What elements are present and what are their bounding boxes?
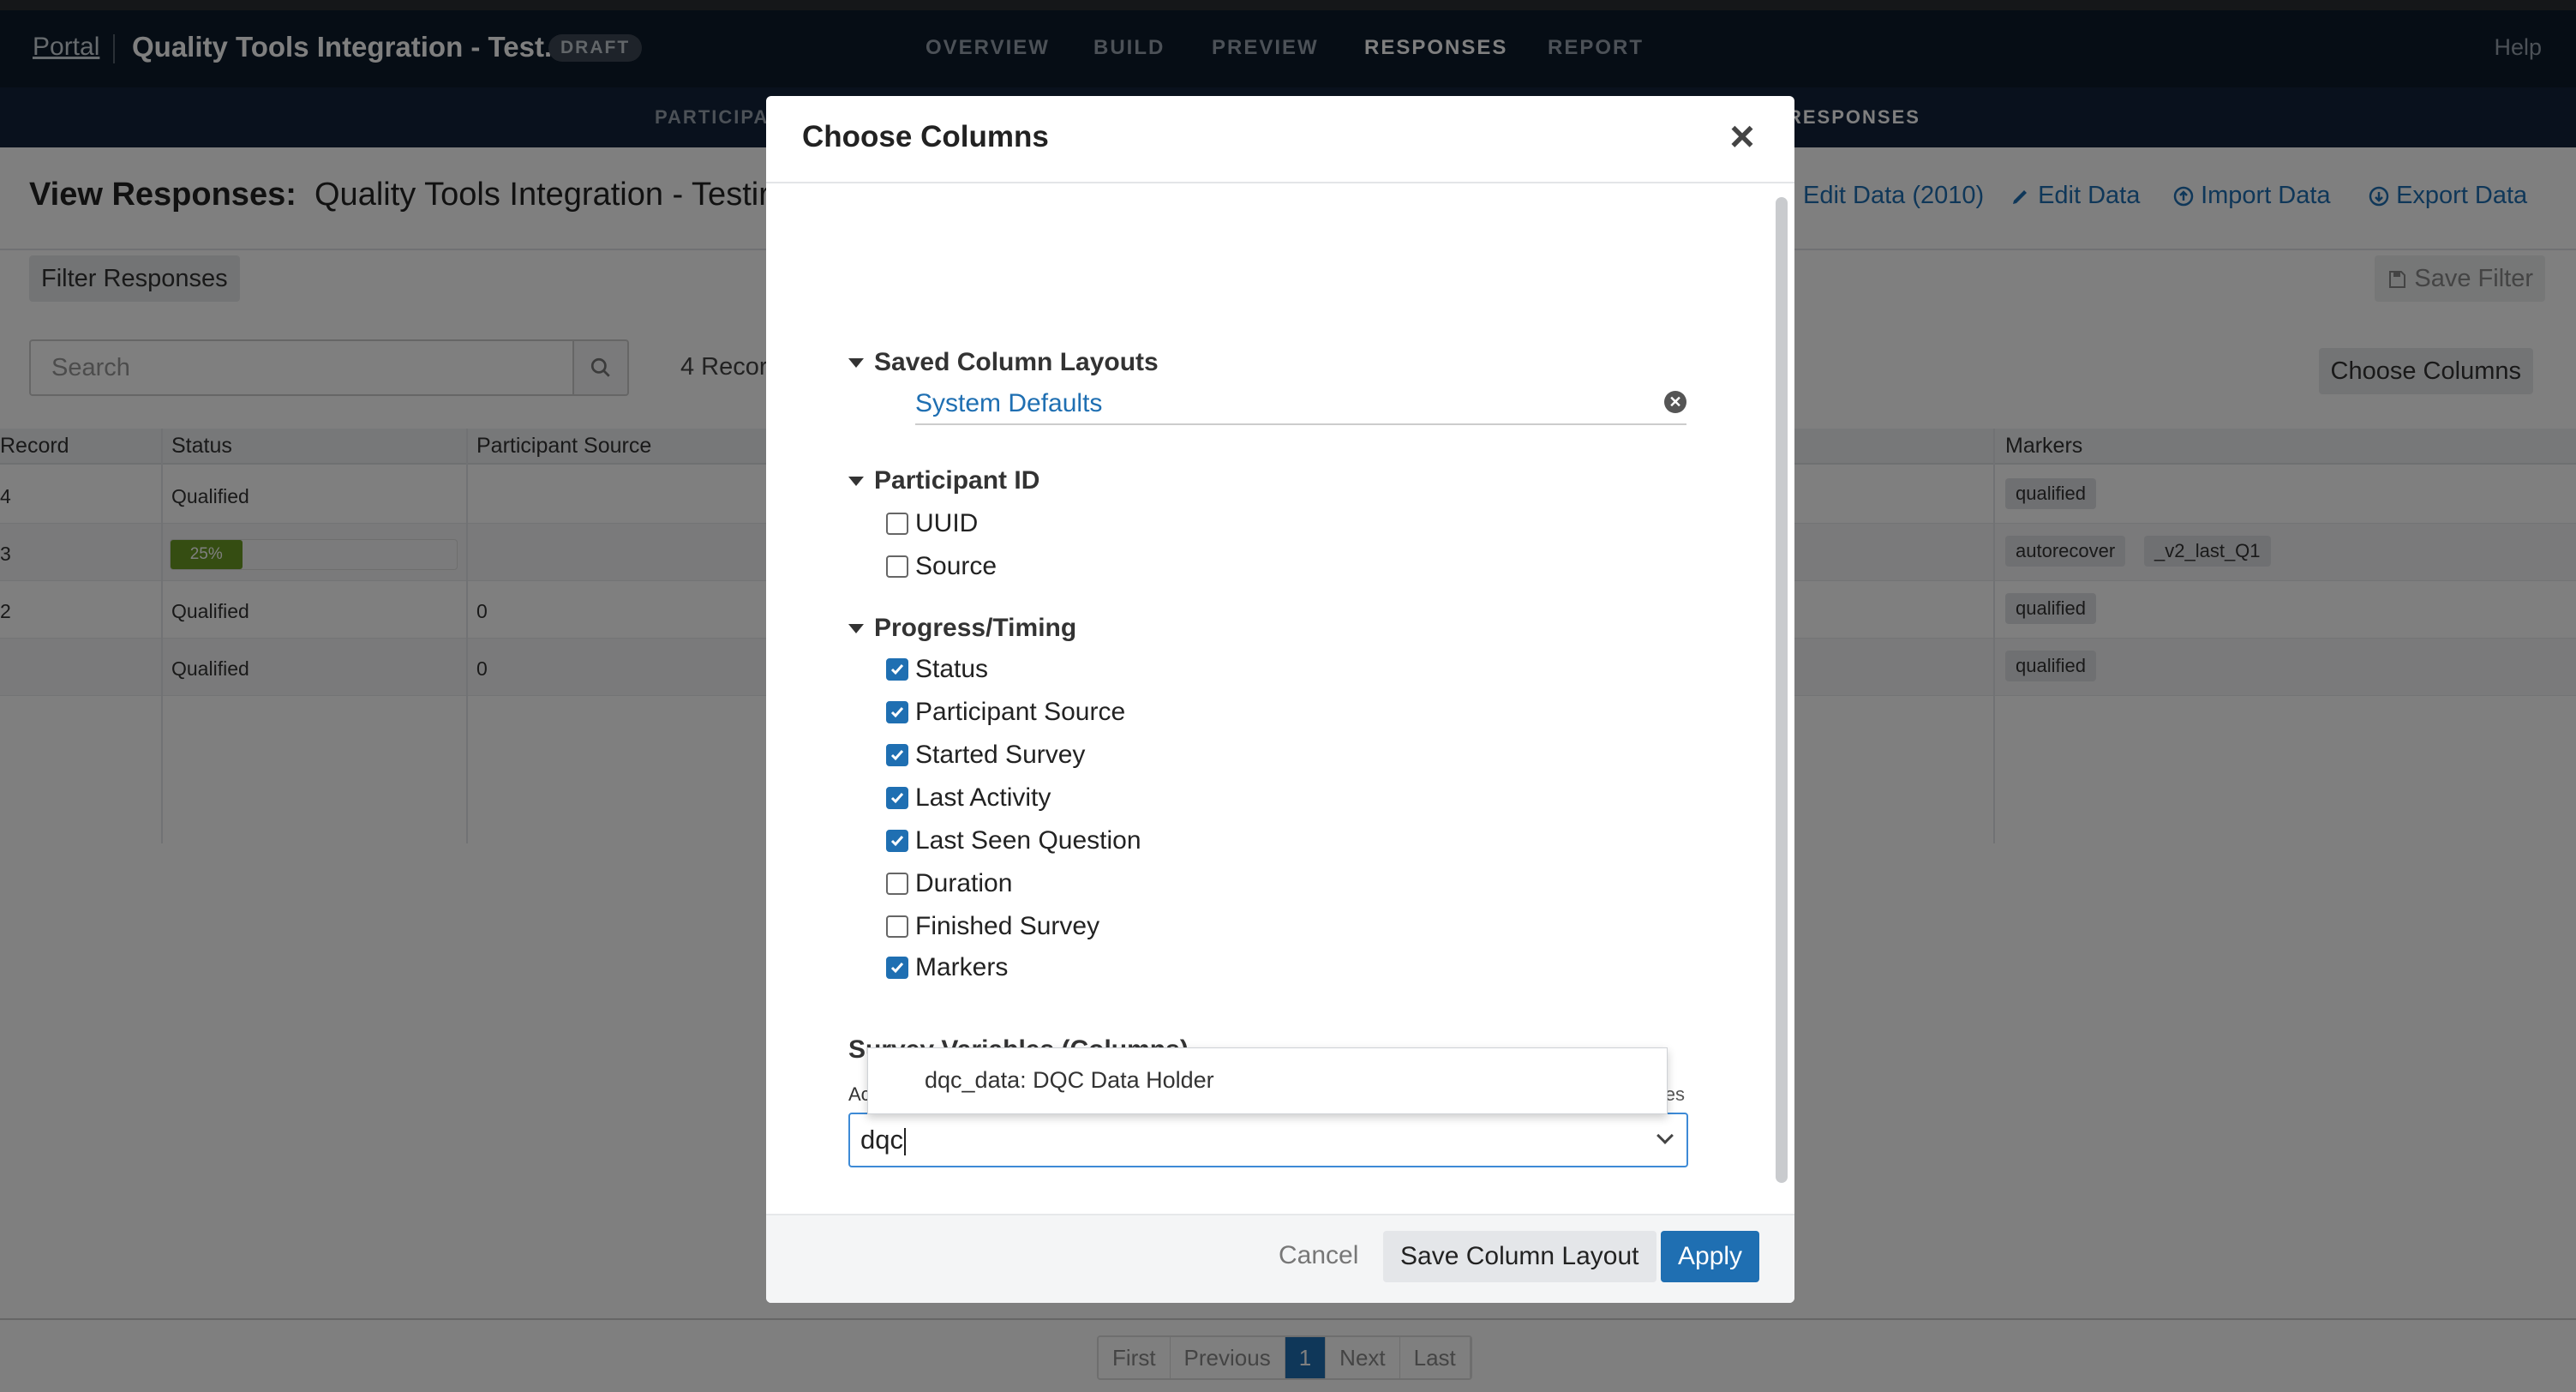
checkmark-icon <box>890 793 904 804</box>
dialog-footer: Cancel Save Column Layout Apply <box>766 1214 1794 1303</box>
checkbox-started-survey[interactable]: Started Survey <box>886 741 1085 770</box>
checkbox-uuid[interactable]: UUID <box>886 509 978 538</box>
save-column-layout-button[interactable]: Save Column Layout <box>1383 1231 1656 1282</box>
section-participant-id[interactable]: Participant ID <box>848 466 1039 495</box>
checkbox-last-seen-question[interactable]: Last Seen Question <box>886 826 1141 855</box>
survey-variables-combobox[interactable]: dqc <box>848 1113 1688 1167</box>
close-icon[interactable]: × <box>1721 115 1764 158</box>
checkbox-checked[interactable] <box>886 658 908 681</box>
checkmark-icon <box>890 707 904 718</box>
apply-button[interactable]: Apply <box>1661 1231 1760 1282</box>
text-cursor <box>903 1127 906 1155</box>
checkbox-status[interactable]: Status <box>886 655 988 684</box>
checkbox-duration[interactable]: Duration <box>886 869 1012 898</box>
remove-circle-icon[interactable]: ✕ <box>1664 391 1686 413</box>
checkbox-checked[interactable] <box>886 744 908 766</box>
checkbox-last-activity[interactable]: Last Activity <box>886 783 1051 813</box>
checkbox-source[interactable]: Source <box>886 552 997 581</box>
choose-columns-dialog: Choose Columns × Saved Column Layouts Sy… <box>766 96 1794 1303</box>
caret-down-icon <box>848 357 864 368</box>
dropdown-option-dqc-data[interactable]: dqc_data: DQC Data Holder <box>925 1067 1214 1094</box>
checkbox-checked[interactable] <box>886 787 908 809</box>
checkbox-checked[interactable] <box>886 701 908 723</box>
dialog-scrollbar[interactable] <box>1772 194 1791 1214</box>
cancel-button[interactable]: Cancel <box>1279 1241 1358 1270</box>
caret-down-icon <box>848 623 864 633</box>
system-defaults-layout-link[interactable]: System Defaults <box>915 389 1102 418</box>
checkbox-finished-survey[interactable]: Finished Survey <box>886 912 1099 941</box>
section-saved-layouts[interactable]: Saved Column Layouts <box>848 348 1159 377</box>
dialog-title: Choose Columns <box>802 120 1049 153</box>
survey-variables-hint-right: es <box>1664 1083 1685 1105</box>
saved-layout-row: System Defaults ✕ <box>915 386 1686 425</box>
checkmark-icon <box>890 963 904 974</box>
checkbox-markers[interactable]: Markers <box>886 953 1008 982</box>
checkbox[interactable] <box>886 915 908 938</box>
checkbox-checked[interactable] <box>886 957 908 979</box>
chevron-down-icon[interactable] <box>1656 1127 1674 1144</box>
combobox-text: dqc <box>860 1125 903 1155</box>
caret-down-icon <box>848 476 864 486</box>
autocomplete-dropdown: dqc_data: DQC Data Holder <box>867 1047 1668 1114</box>
checkbox[interactable] <box>886 873 908 895</box>
checkmark-icon <box>890 750 904 761</box>
dialog-body: Saved Column Layouts System Defaults ✕ P… <box>766 183 1794 1212</box>
checkbox-participant-source[interactable]: Participant Source <box>886 698 1125 727</box>
checkmark-icon <box>890 664 904 675</box>
scrollbar-thumb[interactable] <box>1776 197 1788 1183</box>
checkbox[interactable] <box>886 513 908 535</box>
section-progress-timing[interactable]: Progress/Timing <box>848 614 1076 643</box>
checkbox-checked[interactable] <box>886 830 908 852</box>
checkbox[interactable] <box>886 555 908 578</box>
checkmark-icon <box>890 836 904 847</box>
